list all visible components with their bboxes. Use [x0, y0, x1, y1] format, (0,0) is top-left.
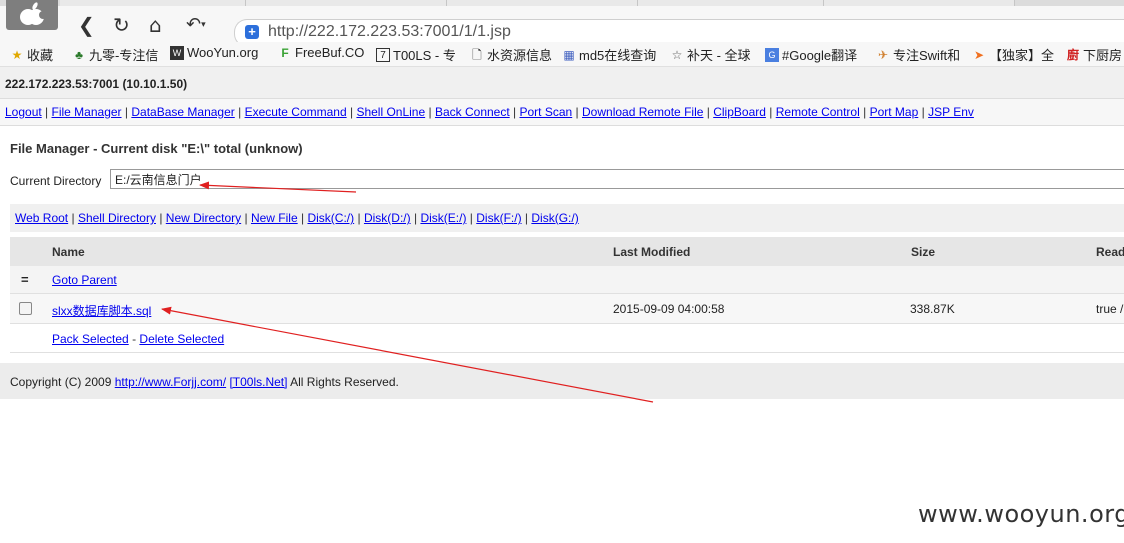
- annotation-arrows: [161, 181, 654, 403]
- annotation-arrow-file: [161, 306, 654, 403]
- annotation-arrow-directory: [199, 181, 357, 193]
- watermark: www.wooyun.org: [918, 500, 1124, 528]
